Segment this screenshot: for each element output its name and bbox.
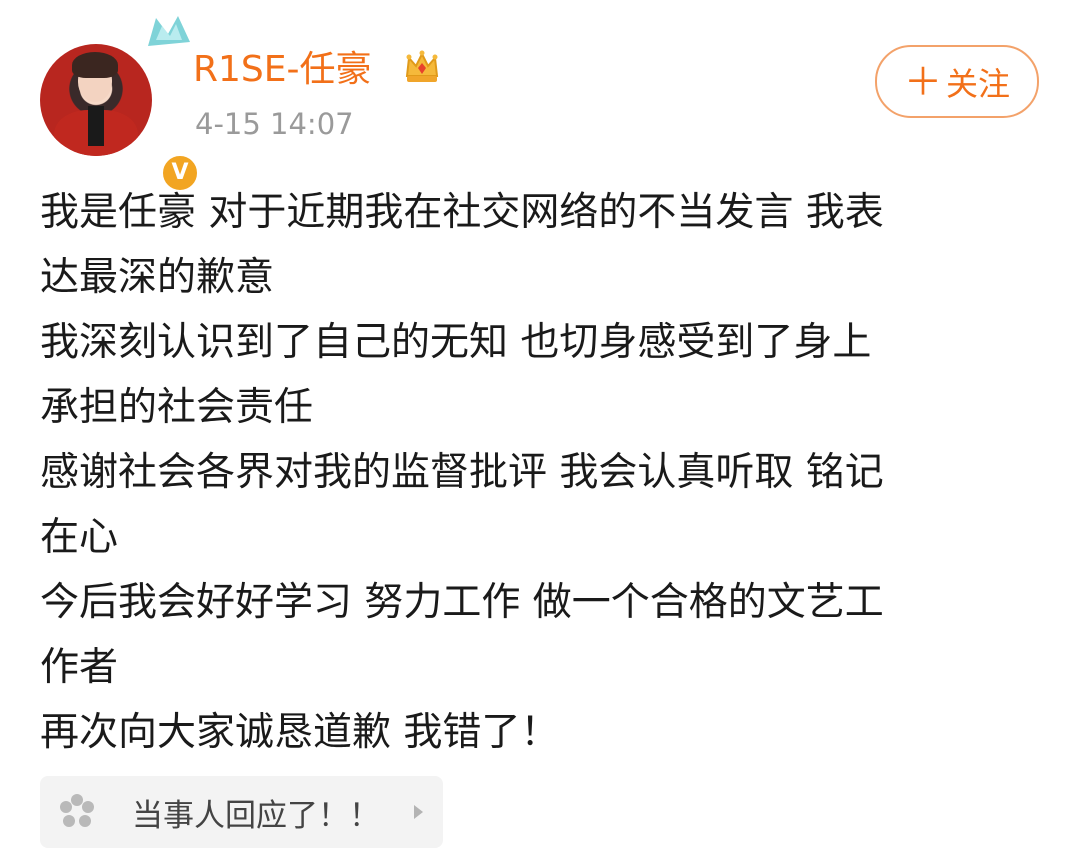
avatar-shirt — [88, 106, 104, 146]
vip-crown-icon — [405, 50, 439, 82]
post-line: 承担的社会责任 — [40, 385, 314, 430]
follow-button-label: 关注 — [946, 64, 1011, 103]
post-line: 感谢社会各界对我的监督批评 我会认真听取 铭记 — [40, 450, 884, 495]
post-line: 我深刻认识到了自己的无知 也切身感受到了身上 — [40, 320, 872, 365]
topic-chip[interactable]: 当事人回应了！！ — [40, 776, 443, 848]
post-line: 再次向大家诚恳道歉 我错了！ — [40, 710, 560, 755]
post-line: 作者 — [40, 645, 119, 690]
chevron-right-icon — [414, 805, 423, 819]
user-avatar-container[interactable]: V — [38, 16, 200, 193]
post-line: 达最深的歉意 — [40, 255, 275, 300]
post-timestamp: 4-15 14:07 — [195, 107, 354, 141]
topic-chip-label: 当事人回应了！！ — [132, 797, 380, 834]
post-text: 我是任豪 对于近期我在社交网络的不当发言 我表 达最深的歉意 我深刻认识到了自己… — [40, 180, 1030, 765]
username[interactable]: R1SE-任豪 — [193, 46, 372, 94]
follow-button[interactable]: ＋ 关注 — [875, 45, 1039, 118]
avatar[interactable] — [40, 44, 152, 156]
post-line: 今后我会好好学习 努力工作 做一个合格的文艺工 — [40, 580, 884, 625]
avatar-frame-crown-icon — [148, 16, 190, 46]
plus-icon: ＋ — [903, 59, 942, 104]
avatar-hair — [72, 52, 118, 78]
flower-icon — [60, 794, 94, 827]
post-line: 在心 — [40, 515, 119, 560]
post-line: 我是任豪 对于近期我在社交网络的不当发言 我表 — [40, 190, 884, 235]
